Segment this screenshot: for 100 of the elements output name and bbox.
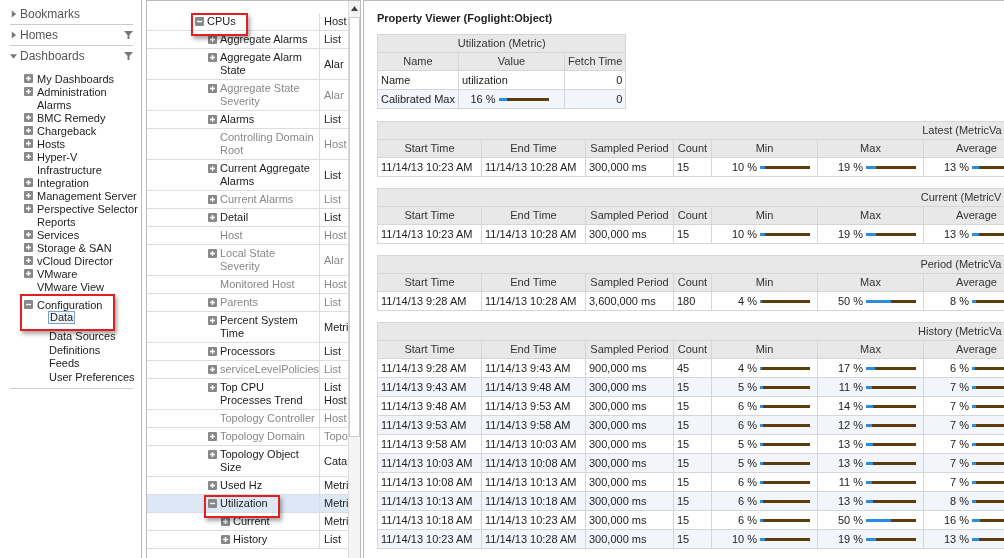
sidebar-item[interactable]: Feeds bbox=[48, 357, 81, 370]
expand-icon[interactable] bbox=[24, 152, 33, 161]
tree-row[interactable]: Monitored Host Host bbox=[147, 276, 349, 294]
expand-icon[interactable] bbox=[208, 450, 217, 459]
expand-icon[interactable] bbox=[208, 115, 217, 124]
expand-icon[interactable] bbox=[208, 213, 217, 222]
scroll-up-icon[interactable] bbox=[351, 6, 359, 11]
collapse-icon[interactable] bbox=[24, 300, 33, 309]
sidebar-item[interactable]: Administration bbox=[36, 85, 108, 98]
sidebar-item[interactable]: BMC Remedy bbox=[36, 111, 107, 124]
sidebar-item[interactable]: vCloud Director bbox=[36, 254, 114, 267]
sidebar-item[interactable]: Definitions bbox=[48, 343, 102, 356]
percent-value: 7 % bbox=[950, 380, 969, 394]
expand-icon[interactable] bbox=[208, 383, 217, 392]
expand-icon[interactable] bbox=[24, 126, 33, 135]
tree-row[interactable]: Host Host bbox=[147, 227, 349, 245]
expand-icon[interactable] bbox=[24, 87, 33, 96]
table-cell: 300,000 ms bbox=[585, 224, 674, 244]
expand-icon[interactable] bbox=[208, 84, 217, 93]
tree-row[interactable]: Aggregate State Severity Alar bbox=[147, 80, 349, 111]
sidebar-item[interactable]: My Dashboards bbox=[36, 72, 116, 85]
percent-value: 13 % bbox=[943, 227, 969, 241]
filter-icon[interactable] bbox=[124, 52, 133, 60]
expand-icon[interactable] bbox=[24, 178, 33, 187]
expand-icon[interactable] bbox=[208, 481, 217, 490]
expand-icon[interactable] bbox=[208, 195, 217, 204]
expand-icon[interactable] bbox=[24, 113, 33, 122]
expand-icon[interactable] bbox=[221, 517, 230, 526]
expand-icon[interactable] bbox=[208, 35, 217, 44]
sidebar-item[interactable]: Hyper-V bbox=[36, 150, 79, 163]
expand-icon[interactable] bbox=[208, 432, 217, 441]
sidebar-item[interactable]: Data bbox=[48, 311, 76, 325]
tree-row[interactable]: Percent System Time Metri bbox=[147, 312, 349, 343]
tree-row[interactable]: Current Alarms List bbox=[147, 191, 349, 209]
expand-icon[interactable] bbox=[208, 164, 217, 173]
collapse-icon[interactable] bbox=[195, 17, 204, 26]
property-type: List bbox=[323, 112, 343, 127]
sidebar-item[interactable]: VMware View bbox=[36, 280, 106, 293]
property-name: Parents bbox=[220, 296, 259, 309]
tree-row[interactable]: Alarms List bbox=[147, 111, 349, 129]
property-type: Cata bbox=[323, 453, 349, 469]
table-cell: 15 bbox=[673, 396, 712, 416]
expand-icon[interactable] bbox=[208, 53, 217, 62]
sidebar-item[interactable]: Services bbox=[36, 228, 81, 241]
expand-icon[interactable] bbox=[24, 139, 33, 148]
collapse-icon[interactable] bbox=[208, 499, 217, 508]
sidebar-item[interactable]: Reports bbox=[36, 215, 77, 228]
sidebar-item[interactable]: Storage & SAN bbox=[36, 241, 113, 254]
section-header[interactable]: Dashboards bbox=[10, 46, 133, 66]
table-title: Period (MetricVa bbox=[920, 258, 1002, 270]
tree-row[interactable]: Topology Domain Topo bbox=[147, 428, 349, 446]
sidebar-item[interactable]: Chargeback bbox=[36, 124, 98, 137]
tree-row[interactable]: Topology Controller Host bbox=[147, 410, 349, 428]
tree-row[interactable]: Top CPU Processes Trend List Host bbox=[147, 379, 349, 410]
sidebar-item[interactable]: Perspective Selector bbox=[36, 202, 139, 215]
sidebar-item[interactable]: Configuration bbox=[36, 298, 104, 311]
sidebar-item[interactable]: Alarms bbox=[36, 98, 73, 111]
expand-icon[interactable] bbox=[24, 230, 33, 239]
filter-icon[interactable] bbox=[124, 31, 133, 39]
expand-icon[interactable] bbox=[208, 347, 217, 356]
tree-row[interactable]: Processors List bbox=[147, 343, 349, 361]
tree-row[interactable]: Aggregate Alarm State Alar bbox=[147, 49, 349, 80]
sidebar-item[interactable]: VMware bbox=[36, 267, 79, 280]
expand-icon[interactable] bbox=[24, 204, 33, 213]
tree-row[interactable]: Aggregate Alarms List bbox=[147, 31, 349, 49]
sidebar-item[interactable]: Hosts bbox=[36, 137, 67, 150]
expand-icon[interactable] bbox=[24, 74, 33, 83]
tree-row[interactable]: Current Aggregate Alarms List bbox=[147, 160, 349, 191]
percent-value: 6 % bbox=[738, 399, 757, 413]
tree-row[interactable]: CPUs Host bbox=[147, 13, 349, 31]
sidebar-item[interactable]: User Preferences bbox=[48, 370, 136, 383]
property-type: List bbox=[323, 192, 343, 207]
expand-icon[interactable] bbox=[208, 298, 217, 307]
property-name: CPUs bbox=[207, 15, 237, 28]
expand-icon[interactable] bbox=[208, 316, 217, 325]
scrollbar[interactable] bbox=[348, 1, 360, 558]
tree-row[interactable]: Parents List bbox=[147, 294, 349, 312]
tree-row[interactable]: Local State Severity Alar bbox=[147, 245, 349, 276]
sidebar-item[interactable]: Management Server bbox=[36, 189, 138, 202]
expand-icon[interactable] bbox=[221, 535, 230, 544]
sidebar-item[interactable]: Infrastructure bbox=[36, 163, 103, 176]
expand-icon[interactable] bbox=[208, 365, 217, 374]
expand-icon[interactable] bbox=[24, 243, 33, 252]
tree-row[interactable]: Detail List bbox=[147, 209, 349, 227]
scrollbar-thumb[interactable] bbox=[349, 17, 360, 437]
tree-row[interactable]: Utilization Metri bbox=[147, 495, 349, 513]
percent-value: 19 % bbox=[837, 532, 863, 546]
tree-row[interactable]: Current Metri bbox=[147, 513, 349, 531]
expand-icon[interactable] bbox=[24, 256, 33, 265]
sidebar-item[interactable]: Data Sources bbox=[48, 330, 117, 343]
tree-row[interactable]: History List bbox=[147, 531, 349, 549]
section-header[interactable]: Homes bbox=[10, 25, 133, 45]
tree-row[interactable]: serviceLevelPolicies List bbox=[147, 361, 349, 379]
tree-row[interactable]: Topology Object Size Cata bbox=[147, 446, 349, 477]
expand-icon[interactable] bbox=[24, 269, 33, 278]
property-type: Alar bbox=[323, 252, 345, 268]
section-header[interactable]: Bookmarks bbox=[10, 4, 133, 24]
expand-icon[interactable] bbox=[208, 249, 217, 258]
expand-icon[interactable] bbox=[24, 191, 33, 200]
sidebar-item[interactable]: Integration bbox=[36, 176, 90, 189]
